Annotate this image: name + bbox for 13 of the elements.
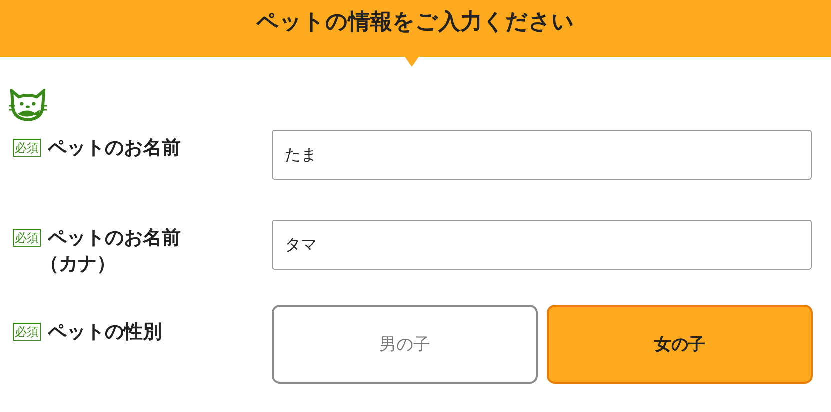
text-field[interactable]: タマ [272, 220, 812, 270]
field-label: ペットのお名前 [48, 227, 181, 251]
required-badge: 必須 [13, 139, 41, 157]
option-button[interactable]: 男の子 [272, 305, 538, 384]
required-badge: 必須 [13, 229, 41, 247]
option-button[interactable]: 女の子 [547, 305, 813, 384]
header-title: ペットの情報をご入力ください [256, 8, 574, 36]
field-label-note: （カナ） [40, 253, 117, 277]
field-label: ペットのお名前 [48, 137, 181, 161]
required-badge: 必須 [13, 323, 41, 341]
field-label: ペットの性別 [48, 321, 162, 345]
text-field[interactable]: たま [272, 130, 812, 180]
cat-icon [9, 89, 47, 123]
